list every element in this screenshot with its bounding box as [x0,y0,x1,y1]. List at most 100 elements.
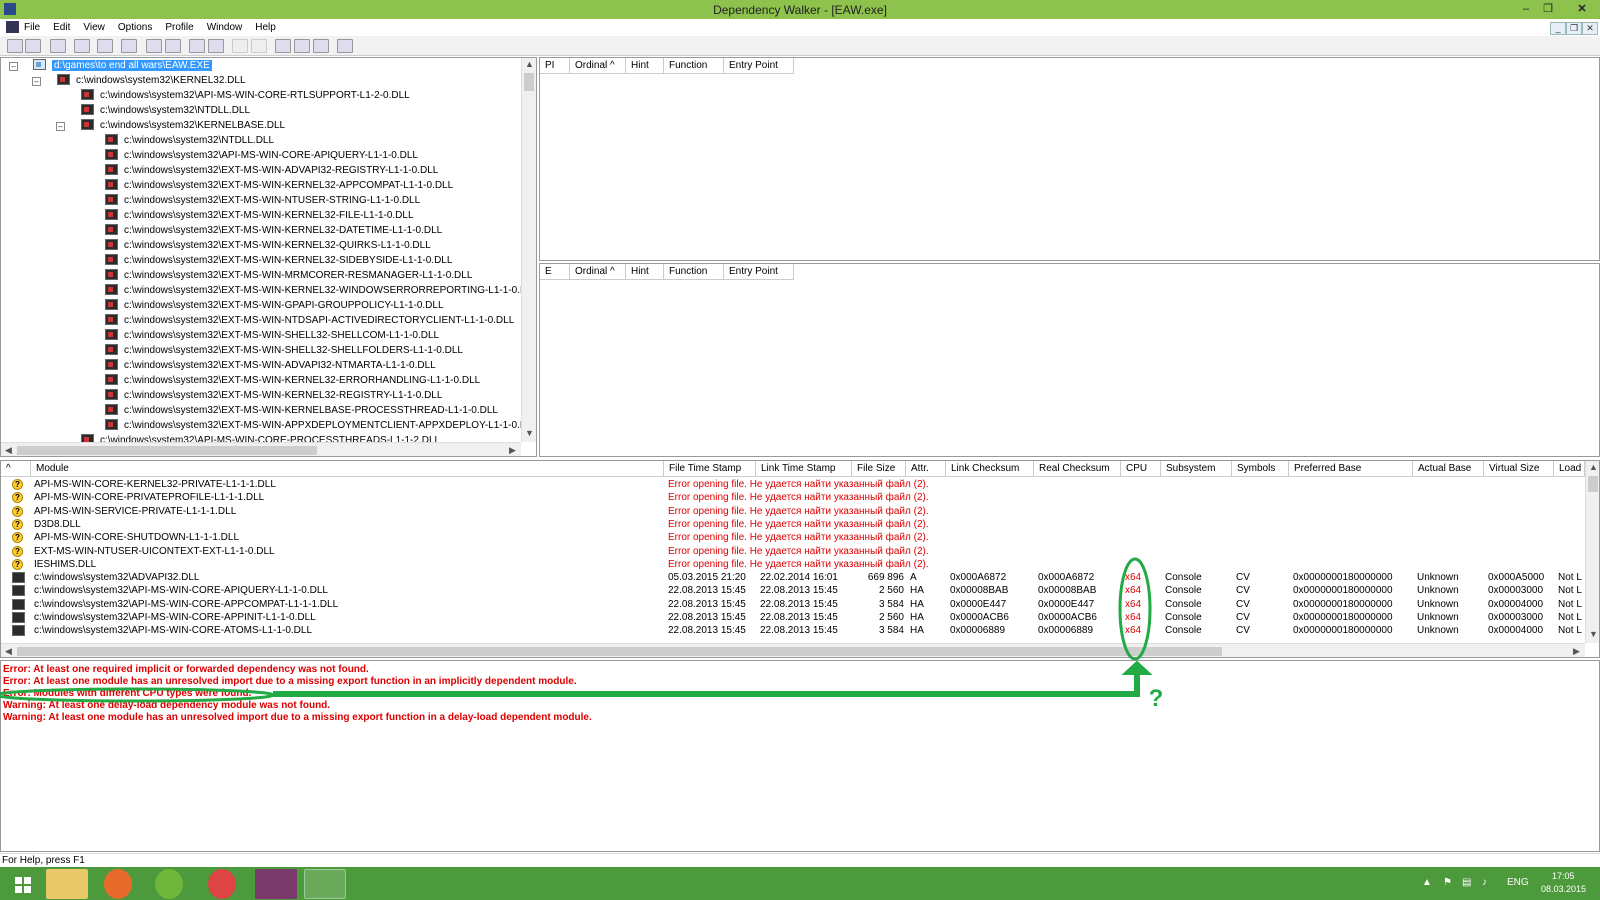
start-icon[interactable] [4,869,40,899]
find-icon[interactable] [50,39,66,53]
tree-node[interactable]: c:\windows\system32\EXT-MS-WIN-GPAPI-GRO… [105,298,444,313]
col-link-checksum[interactable]: Link Checksum [946,461,1034,477]
tree-node[interactable]: c:\windows\system32\EXT-MS-WIN-KERNEL32-… [105,373,480,388]
mdi-minimize-icon[interactable]: _ [1550,22,1566,35]
module-list[interactable]: ^ Module File Time Stamp Link Time Stamp Fil… [0,460,1600,658]
col-link-time-stamp[interactable]: Link Time Stamp [756,461,852,477]
minimize-icon[interactable]: – [1515,1,1537,17]
file-explorer-icon[interactable] [46,869,88,899]
firefox-icon[interactable] [104,869,132,899]
system-info-icon[interactable] [189,39,205,53]
tree-node[interactable]: c:\windows\system32\EXT-MS-WIN-NTUSER-ST… [105,193,420,208]
tree-node[interactable]: c:\windows\system32\API-MS-WIN-CORE-APIQ… [105,148,418,163]
collapse-icon[interactable]: – [32,77,41,86]
save-icon[interactable] [25,39,41,53]
col-sort[interactable]: ^ [1,461,31,477]
properties-icon[interactable] [165,39,181,53]
tile-horizontal-icon[interactable] [294,39,310,53]
tree-node[interactable]: c:\windows\system32\NTDLL.DLL [81,103,250,118]
tree-node[interactable]: c:\windows\system32\EXT-MS-WIN-APPXDEPLO… [105,418,536,433]
undecorate-icon[interactable] [121,39,137,53]
module-name[interactable]: c:\windows\system32\API-MS-WIN-CORE-ATOM… [34,624,312,637]
tree-node[interactable]: c:\windows\system32\API-MS-WIN-CORE-RTLS… [81,88,410,103]
mdi-restore-icon[interactable]: ❐ [1566,22,1582,35]
module-list-horizontal-scrollbar[interactable]: ◀ ▶ [1,643,1585,657]
close-icon[interactable]: ✕ [1567,1,1597,17]
full-paths-icon[interactable] [97,39,113,53]
view-module-icon[interactable] [146,39,162,53]
tree-node[interactable]: c:\windows\system32\EXT-MS-WIN-KERNELBAS… [105,403,498,418]
tree-node[interactable]: c:\windows\system32\KERNEL32.DLL [57,73,246,88]
col-entry-point[interactable]: Entry Point [724,264,794,280]
menu-file[interactable]: File [24,22,40,33]
col-symbols[interactable]: Symbols [1232,461,1289,477]
col-file-time-stamp[interactable]: File Time Stamp [664,461,756,477]
col-cpu[interactable]: CPU [1121,461,1161,477]
tree-node[interactable]: c:\windows\system32\EXT-MS-WIN-SHELL32-S… [105,343,463,358]
tree-node[interactable]: c:\windows\system32\EXT-MS-WIN-KERNEL32-… [105,223,442,238]
col-load[interactable]: Load [1554,461,1585,477]
module-name[interactable]: D3D8.DLL [34,518,81,531]
module-name[interactable]: IESHIMS.DLL [34,558,96,571]
tree-node[interactable]: c:\windows\system32\NTDLL.DLL [105,133,274,148]
col-virtual-size[interactable]: Virtual Size [1484,461,1554,477]
imports-list[interactable]: PI Ordinal ^ Hint Function Entry Point [539,57,1600,261]
menu-edit[interactable]: Edit [53,22,70,33]
module-name[interactable]: API-MS-WIN-CORE-PRIVATEPROFILE-L1-1-1.DL… [34,491,264,504]
tree-node[interactable]: c:\windows\system32\EXT-MS-WIN-ADVAPI32-… [105,358,436,373]
module-name[interactable]: API-MS-WIN-SERVICE-PRIVATE-L1-1-1.DLL [34,505,236,518]
col-file-size[interactable]: File Size [852,461,906,477]
expand-tree-icon[interactable] [74,39,90,53]
action-center-icon[interactable]: ⚑ [1443,877,1452,888]
module-name[interactable]: API-MS-WIN-CORE-KERNEL32-PRIVATE-L1-1-1.… [34,478,276,491]
module-name[interactable]: c:\windows\system32\ADVAPI32.DLL [34,571,199,584]
col-ordinal[interactable]: Ordinal ^ [570,58,626,74]
menu-help[interactable]: Help [255,22,276,33]
col-entry-point[interactable]: Entry Point [724,58,794,74]
volume-icon[interactable]: ♪ [1482,877,1487,888]
collapse-icon[interactable]: – [9,62,18,71]
stop-icon[interactable] [251,39,267,53]
tree-node[interactable]: c:\windows\system32\KERNELBASE.DLL [81,118,285,133]
module-name[interactable]: c:\windows\system32\API-MS-WIN-CORE-APPI… [34,611,316,624]
network-icon[interactable]: ▤ [1462,877,1471,888]
module-name[interactable]: EXT-MS-WIN-NTUSER-UICONTEXT-EXT-L1-1-0.D… [34,545,275,558]
tree-node[interactable]: c:\windows\system32\EXT-MS-WIN-KERNEL32-… [105,283,536,298]
tree-vertical-scrollbar[interactable]: ▲ ▼ [521,58,536,442]
col-hint[interactable]: Hint [626,264,664,280]
col-pi[interactable]: PI [540,58,570,74]
tree-node[interactable]: c:\windows\system32\EXT-MS-WIN-KERNEL32-… [105,178,453,193]
tray-up-arrow-icon[interactable]: ▲ [1422,877,1432,888]
col-real-checksum[interactable]: Real Checksum [1034,461,1121,477]
col-hint[interactable]: Hint [626,58,664,74]
tree-node[interactable]: c:\windows\system32\EXT-MS-WIN-SHELL32-S… [105,328,439,343]
tree-node[interactable]: c:\windows\system32\EXT-MS-WIN-NTDSAPI-A… [105,313,514,328]
tree-node[interactable]: c:\windows\system32\EXT-MS-WIN-MRMCORER-… [105,268,472,283]
tree-node[interactable]: c:\windows\system32\EXT-MS-WIN-KERNEL32-… [105,388,442,403]
dependency-walker-task-icon[interactable] [304,869,346,899]
clock-date[interactable]: 08.03.2015 [1541,884,1586,894]
profile-icon[interactable] [208,39,224,53]
col-preferred-base[interactable]: Preferred Base [1289,461,1413,477]
col-actual-base[interactable]: Actual Base [1413,461,1484,477]
module-tree[interactable]: – d:\games\to end all wars\EAW.EXE – – c… [0,57,537,457]
help-icon[interactable] [337,39,353,53]
clock-time[interactable]: 17:05 [1552,871,1575,881]
utorrent-icon[interactable] [155,869,183,899]
tree-horizontal-scrollbar[interactable]: ◀ ▶ [1,442,521,456]
language-indicator[interactable]: ENG [1507,877,1529,888]
menu-profile[interactable]: Profile [165,22,193,33]
tree-root[interactable]: d:\games\to end all wars\EAW.EXE [33,58,212,73]
tree-node[interactable]: c:\windows\system32\EXT-MS-WIN-KERNEL32-… [105,208,414,223]
col-e[interactable]: E [540,264,570,280]
menu-view[interactable]: View [83,22,105,33]
copy-icon[interactable] [232,39,248,53]
collapse-icon[interactable]: – [56,122,65,131]
module-name[interactable]: c:\windows\system32\API-MS-WIN-CORE-APIQ… [34,584,328,597]
col-function[interactable]: Function [664,58,724,74]
chrome-icon[interactable] [208,869,236,899]
mdi-close-icon[interactable]: ✕ [1582,22,1598,35]
open-icon[interactable] [7,39,23,53]
log-pane[interactable]: Error: At least one required implicit or… [0,660,1600,852]
col-function[interactable]: Function [664,264,724,280]
